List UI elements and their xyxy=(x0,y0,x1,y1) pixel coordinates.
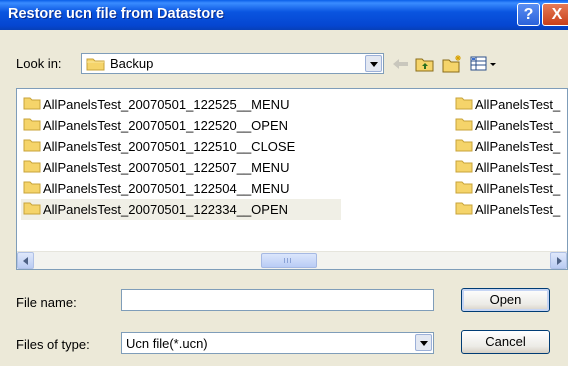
folder-icon xyxy=(23,139,41,152)
folder-icon xyxy=(23,97,41,110)
list-item[interactable]: AllPanelsTest_20070501_122520__OPEN xyxy=(21,115,341,136)
files-of-type-select[interactable]: Ucn file(*.ucn) xyxy=(121,332,434,354)
folder-name: AllPanelsTest_20070501_122507__MENU xyxy=(43,160,290,175)
folder-icon xyxy=(86,58,105,71)
folder-icon xyxy=(455,118,473,131)
file-list-left-column: AllPanelsTest_20070501_122525__MENU AllP… xyxy=(21,94,341,220)
folder-name: AllPanelsTest_20070501_122510__CLOSE xyxy=(43,139,296,154)
folder-icon xyxy=(23,118,41,131)
folder-icon xyxy=(23,202,41,215)
close-button[interactable]: X xyxy=(542,3,568,26)
folder-name: AllPanelsTest_ xyxy=(475,139,561,154)
scroll-left-icon[interactable] xyxy=(17,252,34,269)
folder-name: AllPanelsTest_20070501_122334__OPEN xyxy=(43,202,289,217)
open-button[interactable]: Open xyxy=(461,288,550,312)
file-name-label: File name: xyxy=(16,295,77,310)
up-one-level-icon[interactable] xyxy=(414,54,436,74)
folder-icon xyxy=(455,202,473,215)
list-item[interactable]: AllPanelsTest_20070501_122504__MENU xyxy=(21,178,341,199)
view-menu-icon[interactable] xyxy=(469,54,499,74)
folder-name: AllPanelsTest_20070501_122525__MENU xyxy=(43,97,290,112)
window-title: Restore ucn file from Datastore xyxy=(8,6,224,22)
restore-dialog: Restore ucn file from Datastore ? X Look… xyxy=(0,0,568,366)
back-arrow-icon[interactable] xyxy=(390,54,412,74)
cancel-button[interactable]: Cancel xyxy=(461,330,550,354)
folder-icon xyxy=(455,160,473,173)
scrollbar-thumb[interactable] xyxy=(261,253,317,268)
scroll-right-icon[interactable] xyxy=(550,252,567,269)
list-item[interactable]: AllPanelsTest_20070501_122507__MENU xyxy=(21,157,341,178)
folder-name: AllPanelsTest_ xyxy=(475,160,561,175)
folder-name: AllPanelsTest_20070501_122520__OPEN xyxy=(43,118,289,133)
folder-icon xyxy=(23,181,41,194)
file-list[interactable]: AllPanelsTest_20070501_122525__MENU AllP… xyxy=(16,88,568,270)
title-bar[interactable]: Restore ucn file from Datastore ? X xyxy=(0,0,568,30)
folder-name: AllPanelsTest_ xyxy=(475,202,561,217)
folder-name: AllPanelsTest_ xyxy=(475,97,561,112)
list-item[interactable]: AllPanelsTest_20070501_122510__CLOSE xyxy=(21,136,341,157)
folder-name: AllPanelsTest_ xyxy=(475,181,561,196)
list-item-selected[interactable]: AllPanelsTest_20070501_122334__OPEN xyxy=(21,199,341,220)
new-folder-icon[interactable] xyxy=(441,54,463,74)
horizontal-scrollbar[interactable] xyxy=(17,251,567,269)
folder-icon xyxy=(23,160,41,173)
files-of-type-value: Ucn file(*.ucn) xyxy=(126,336,208,351)
look-in-value: Backup xyxy=(110,56,154,71)
look-in-label: Look in: xyxy=(16,56,62,71)
help-button[interactable]: ? xyxy=(517,3,540,26)
look-in-combo[interactable]: Backup xyxy=(81,53,384,74)
folder-icon xyxy=(455,181,473,194)
folder-icon xyxy=(455,139,473,152)
file-name-input[interactable] xyxy=(121,289,434,311)
folder-name: AllPanelsTest_20070501_122504__MENU xyxy=(43,181,290,196)
chevron-down-icon[interactable] xyxy=(415,334,432,351)
folder-name: AllPanelsTest_ xyxy=(475,118,561,133)
folder-icon xyxy=(455,97,473,110)
list-item[interactable]: AllPanelsTest_20070501_122525__MENU xyxy=(21,94,341,115)
chevron-down-icon[interactable] xyxy=(365,55,382,72)
files-of-type-label: Files of type: xyxy=(16,337,90,352)
